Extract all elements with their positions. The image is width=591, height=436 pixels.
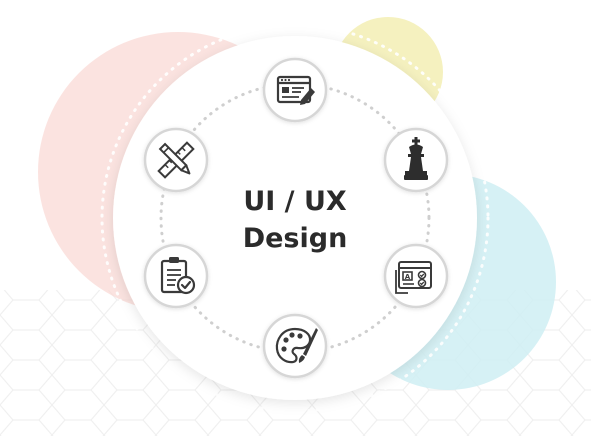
web-design-icon xyxy=(276,75,315,105)
node-web-design xyxy=(262,57,328,123)
title-line-2: Design xyxy=(243,223,348,254)
svg-text:A: A xyxy=(405,273,411,281)
node-clipboard xyxy=(143,243,209,309)
node-tools xyxy=(143,127,209,193)
node-strategy xyxy=(383,127,449,193)
diagram-canvas: UI / UX Design A xyxy=(0,17,591,436)
title-line-1: UI / UX xyxy=(243,186,347,217)
wireframe-checklist-icon: A xyxy=(395,261,432,294)
node-palette xyxy=(262,313,328,379)
uiux-diagram: UI / UX Design A xyxy=(0,0,591,436)
node-wireframe: A xyxy=(383,243,449,309)
